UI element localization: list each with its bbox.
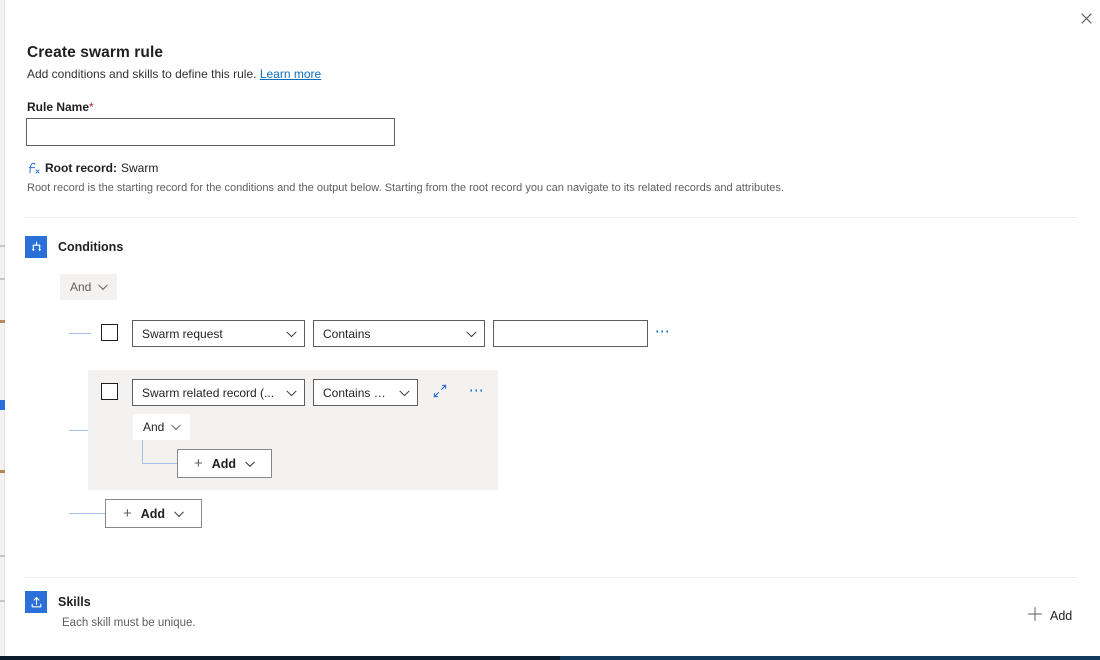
nested-group-operator-dropdown[interactable]: Contains data xyxy=(313,379,418,406)
nested-group-field-value: Swarm related record (... xyxy=(142,386,274,400)
plus-icon: + xyxy=(123,506,132,521)
nested-logic-operator-label: And xyxy=(143,420,164,434)
condition-value-input[interactable] xyxy=(493,320,648,347)
skills-description: Each skill must be unique. xyxy=(62,617,196,629)
add-condition-button[interactable]: + Add xyxy=(105,499,202,528)
chevron-down-icon xyxy=(466,327,477,341)
skills-section-header: Skills xyxy=(25,591,91,613)
nested-elbow-vertical xyxy=(142,440,143,464)
chevron-down-icon xyxy=(286,327,297,341)
add-condition-label: Add xyxy=(141,507,165,521)
nested-group-checkbox[interactable] xyxy=(101,383,118,400)
chevron-down-icon xyxy=(399,386,410,400)
condition-row-checkbox[interactable] xyxy=(101,324,118,341)
nested-add-condition-button[interactable]: + Add xyxy=(177,449,272,478)
bottom-app-bar-accent xyxy=(560,656,1100,660)
condition-operator-dropdown[interactable]: Contains xyxy=(313,320,485,347)
condition-operator-value: Contains xyxy=(323,327,370,341)
skills-upload-icon xyxy=(25,591,47,613)
condition-field-value: Swarm request xyxy=(142,327,223,341)
collapse-diagonal-icon[interactable] xyxy=(432,383,452,401)
add-connector-line xyxy=(69,513,105,514)
conditions-body: And Swarm request Contains ⋯ xyxy=(5,0,1100,656)
condition-field-dropdown[interactable]: Swarm request xyxy=(132,320,305,347)
chevron-down-icon xyxy=(286,386,297,400)
nested-group-field-dropdown[interactable]: Swarm related record (... xyxy=(132,379,305,406)
add-skill-label: Add xyxy=(1050,609,1072,623)
plus-icon xyxy=(1027,606,1043,625)
condition-row-more-options-icon[interactable]: ⋯ xyxy=(653,324,673,342)
nested-add-label: Add xyxy=(212,457,236,471)
chevron-down-icon xyxy=(174,507,184,521)
nested-group-more-options-icon[interactable]: ⋯ xyxy=(467,383,487,401)
nested-logic-operator-dropdown[interactable]: And xyxy=(133,414,190,440)
chevron-down-icon xyxy=(245,457,255,471)
nested-group-operator-value: Contains data xyxy=(323,386,391,400)
create-swarm-rule-panel: Create swarm rule Add conditions and ski… xyxy=(5,0,1100,656)
skills-section-title: Skills xyxy=(58,595,91,609)
root-logic-operator-dropdown[interactable]: And xyxy=(60,274,117,300)
chevron-down-icon xyxy=(171,420,181,434)
chevron-down-icon xyxy=(98,280,108,294)
row-connector-line xyxy=(69,333,91,334)
bottom-app-bar xyxy=(0,656,1100,660)
root-logic-operator-label: And xyxy=(70,280,91,294)
add-skill-button[interactable]: Add xyxy=(1027,606,1072,625)
plus-icon: + xyxy=(194,456,203,471)
